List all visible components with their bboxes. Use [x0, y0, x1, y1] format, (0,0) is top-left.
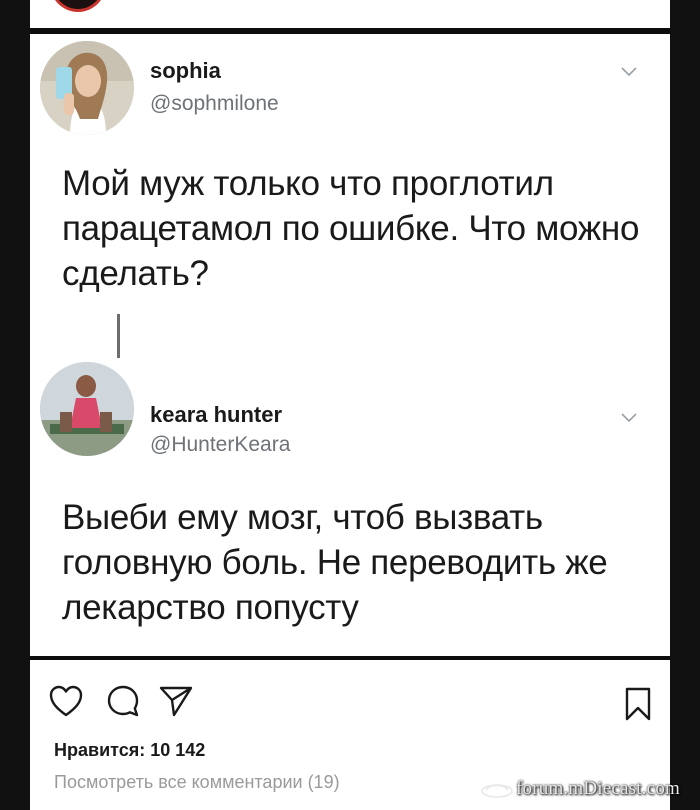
- previous-post-strip: [30, 0, 670, 28]
- watermark-logo-icon: [481, 783, 513, 798]
- heart-icon[interactable]: [48, 684, 84, 718]
- chevron-down-icon[interactable]: [620, 412, 638, 424]
- thread-connector-line: [117, 314, 120, 358]
- tweet-text: Выеби ему мозг, чтоб вызвать головную бо…: [62, 498, 608, 627]
- send-icon[interactable]: [158, 684, 194, 718]
- watermark-text: forum.mDiecast.com: [516, 778, 680, 799]
- bookmark-icon[interactable]: [624, 686, 652, 722]
- tweet-text: Мой муж только что проглотил парацетамол…: [62, 164, 640, 293]
- user-handle[interactable]: @HunterKeara: [150, 433, 290, 457]
- user-handle[interactable]: @sophmilone: [150, 92, 279, 116]
- watermark: forum.mDiecast.com: [480, 778, 680, 800]
- avatar-photo: [40, 362, 134, 456]
- comment-icon[interactable]: [106, 684, 140, 718]
- chevron-down-icon[interactable]: [620, 66, 638, 78]
- avatar[interactable]: [40, 41, 134, 135]
- avatar-photo: [40, 41, 134, 135]
- display-name[interactable]: keara hunter: [150, 402, 282, 428]
- view-comments-link[interactable]: Посмотреть все комментарии (19): [54, 772, 340, 793]
- display-name[interactable]: sophia: [150, 58, 221, 84]
- tweet-screenshot-card: sophia @sophmilone Мой муж только что пр…: [30, 34, 670, 656]
- likes-count[interactable]: Нравится: 10 142: [54, 740, 205, 761]
- avatar[interactable]: [40, 362, 134, 456]
